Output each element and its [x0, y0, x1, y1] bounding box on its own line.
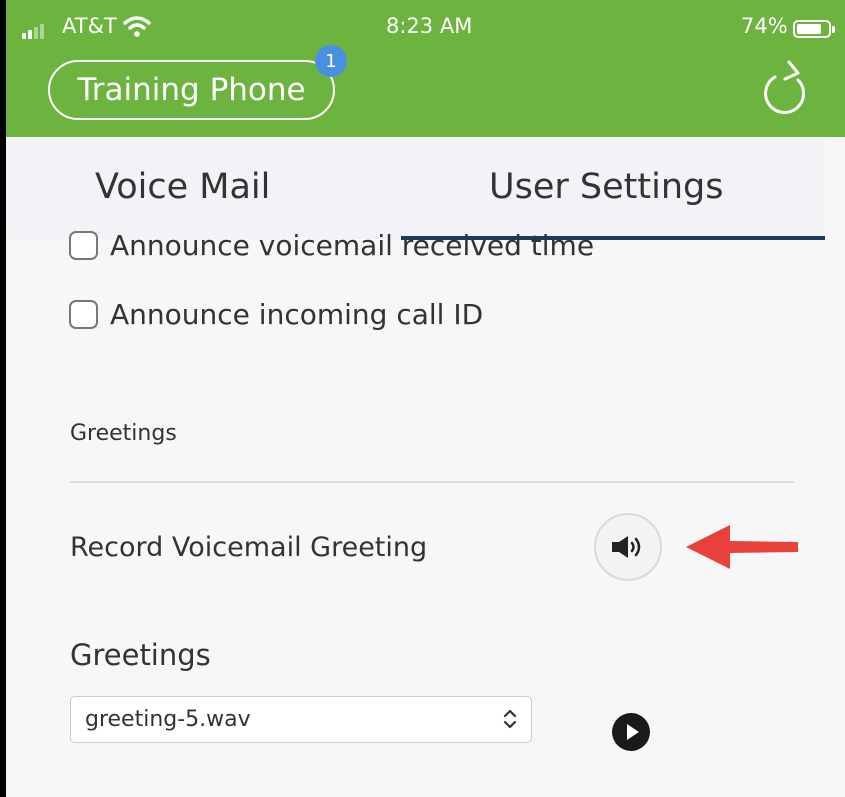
signal-icon — [22, 24, 44, 39]
wifi-icon — [123, 16, 151, 37]
refresh-icon[interactable] — [758, 58, 814, 120]
status-bar: AT&T 8:23 AM 74% — [6, 0, 845, 50]
red-arrow — [686, 525, 798, 569]
greeting-select[interactable]: greeting-5.wav — [70, 696, 532, 743]
announce-time-checkbox[interactable] — [69, 231, 98, 260]
speaker-icon — [612, 536, 641, 558]
play-icon[interactable] — [612, 713, 650, 751]
greetings-title: Greetings — [70, 638, 211, 672]
tab-bar: Voice Mail User Settings — [6, 137, 825, 240]
chevron-updown-icon — [503, 709, 517, 729]
checkbox-row-announce-time[interactable]: Announce voicemail received time — [69, 229, 594, 262]
record-greeting-label: Record Voicemail Greeting — [70, 532, 428, 563]
phone-selector-label: Training Phone — [77, 72, 306, 108]
announce-call-id-label: Announce incoming call ID — [110, 298, 484, 331]
announce-time-label: Announce voicemail received time — [110, 229, 595, 262]
tab-voice-mail[interactable]: Voice Mail — [95, 167, 270, 207]
battery-percent: 74% — [741, 14, 788, 38]
settings-content: Announce voicemail received time Announc… — [6, 229, 845, 797]
tab-user-settings[interactable]: User Settings — [489, 167, 723, 207]
section-divider — [70, 481, 794, 483]
app-frame: AT&T 8:23 AM 74% Training Phone 1 Voice … — [6, 0, 845, 797]
app-header: AT&T 8:23 AM 74% Training Phone 1 — [6, 0, 845, 137]
checkbox-row-announce-call-id[interactable]: Announce incoming call ID — [69, 298, 483, 331]
status-time: 8:23 AM — [386, 14, 473, 38]
record-greeting-button[interactable] — [594, 513, 662, 581]
notification-badge: 1 — [315, 45, 347, 77]
greetings-section-label: Greetings — [70, 421, 177, 446]
announce-call-id-checkbox[interactable] — [69, 300, 98, 329]
carrier-label: AT&T — [62, 14, 117, 38]
battery-icon — [793, 20, 835, 38]
greeting-select-value: greeting-5.wav — [85, 707, 251, 732]
phone-selector-button[interactable]: Training Phone — [48, 60, 335, 120]
